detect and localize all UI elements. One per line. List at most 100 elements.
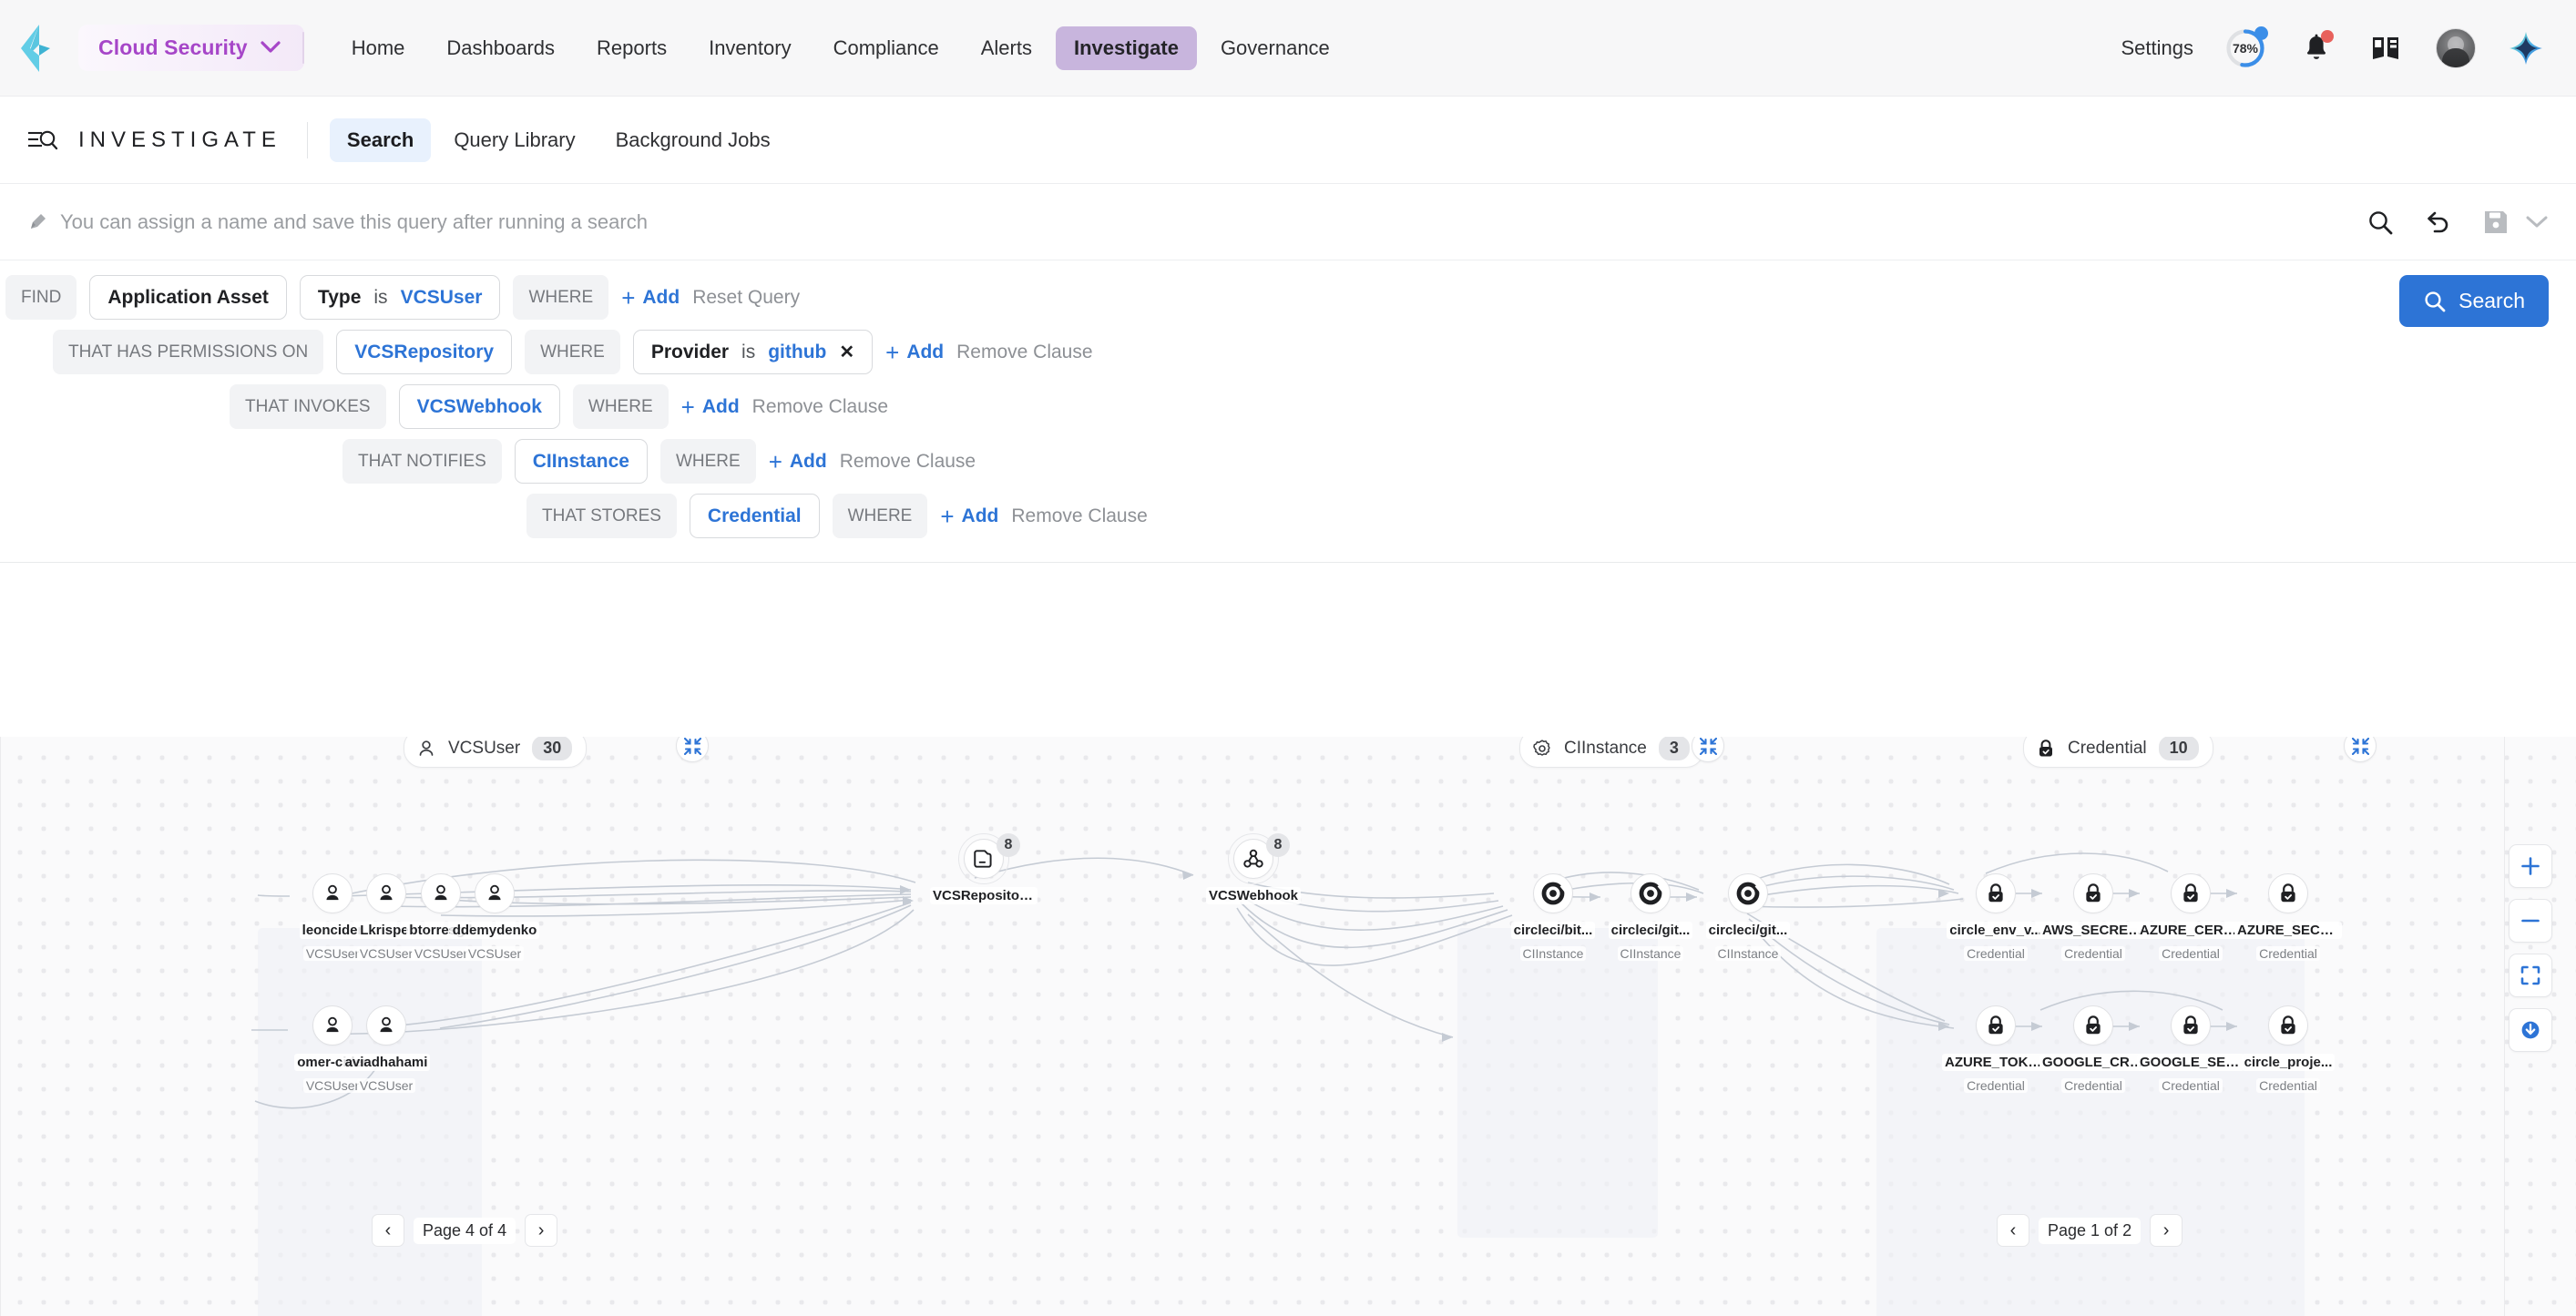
save-query-button[interactable] <box>2483 209 2549 235</box>
graph-node[interactable]: circleci/git... CIInstance <box>1596 873 1705 963</box>
graph-node[interactable]: circle_env_v... Credential <box>1941 873 2050 963</box>
query-builder: FIND Application Asset Type is VCSUser W… <box>0 260 2576 563</box>
fit-view-button[interactable] <box>2509 954 2552 997</box>
add-condition-1[interactable]: + Add <box>621 286 680 310</box>
nav-item-investigate[interactable]: Investigate <box>1056 26 1197 70</box>
add-condition-4[interactable]: + Add <box>769 450 827 474</box>
pager-next-button[interactable]: › <box>525 1214 557 1247</box>
nav-item-alerts[interactable]: Alerts <box>963 26 1050 70</box>
node-avatar <box>2268 873 2308 913</box>
query-row-2: THAT HAS PERMISSIONS ON VCSRepository WH… <box>0 330 2549 374</box>
ai-assistant-button[interactable] <box>2507 29 2545 67</box>
remove-clause-2[interactable]: Remove Clause <box>956 342 1092 363</box>
search-icon-button[interactable] <box>2366 209 2394 236</box>
add-label: Add <box>790 451 827 473</box>
query-entity-vcsrepository[interactable]: VCSRepository <box>336 330 512 374</box>
cluster-header-vcsuser[interactable]: VCSUser 30 <box>404 737 587 768</box>
node-avatar <box>2073 1005 2113 1046</box>
graph-canvas[interactable]: VCSUser 30 CIInstance 3 Cre <box>0 737 2576 1316</box>
nav-item-inventory[interactable]: Inventory <box>690 26 810 70</box>
query-where-4[interactable]: WHERE <box>660 439 756 484</box>
remove-condition-icon[interactable]: ✕ <box>839 343 854 362</box>
nav-item-governance[interactable]: Governance <box>1202 26 1348 70</box>
query-where-3[interactable]: WHERE <box>573 384 669 429</box>
app-logo-icon <box>21 25 57 72</box>
settings-link[interactable]: Settings <box>2121 36 2194 60</box>
graph-node[interactable]: 8 VCSRepositor... <box>929 839 1038 909</box>
tab-search[interactable]: Search <box>330 118 431 162</box>
graph-node[interactable]: circleci/git... CIInstance <box>1693 873 1803 963</box>
remove-clause-3[interactable]: Remove Clause <box>752 396 888 418</box>
add-condition-3[interactable]: + Add <box>681 395 740 419</box>
pager-vcsuser: ‹ Page 4 of 4 › <box>372 1214 557 1247</box>
add-condition-2[interactable]: + Add <box>885 341 944 364</box>
graph-node[interactable]: AWS_SECRET_A.. Credential <box>2039 873 2148 963</box>
investigate-menu-button[interactable] <box>27 128 67 153</box>
query-condition-type[interactable]: Type is VCSUser <box>300 275 501 320</box>
node-type: CIInstance <box>1618 946 1684 961</box>
query-entity-application-asset[interactable]: Application Asset <box>89 275 287 320</box>
graph-node[interactable]: GOOGLE_SECRE... Credential <box>2136 1005 2245 1095</box>
graph-node[interactable]: aviadhahami VCSUser <box>332 1005 441 1095</box>
app-logo[interactable] <box>0 25 78 72</box>
pager-prev-button[interactable]: ‹ <box>1997 1214 2029 1247</box>
graph-node[interactable]: circle_proje... Credential <box>2234 1005 2343 1095</box>
graph-node[interactable]: 8 VCSWebhook <box>1199 839 1308 909</box>
node-avatar <box>1533 873 1573 913</box>
notifications-button[interactable] <box>2297 29 2336 67</box>
graph-node[interactable]: AZURE_CEREDE.. Credential <box>2136 873 2245 963</box>
chevron-down-icon <box>2525 214 2549 230</box>
avatar[interactable] <box>2436 28 2476 68</box>
graph-node[interactable]: circleci/bit... CIInstance <box>1498 873 1608 963</box>
add-label: Add <box>642 287 680 309</box>
undo-button[interactable] <box>2425 209 2452 236</box>
lock-icon <box>2180 1015 2202 1036</box>
query-entity-credential[interactable]: Credential <box>690 494 820 538</box>
pager-next-button[interactable]: › <box>2150 1214 2182 1247</box>
nav-item-compliance[interactable]: Compliance <box>815 26 957 70</box>
nav-item-reports[interactable]: Reports <box>578 26 685 70</box>
collapse-icon <box>2352 738 2369 755</box>
onboarding-progress-ring[interactable]: 78% <box>2224 27 2266 69</box>
add-condition-5[interactable]: + Add <box>940 505 998 528</box>
cluster-header-ciinstance[interactable]: CIInstance 3 <box>1519 737 1704 768</box>
tab-query-library[interactable]: Query Library <box>436 118 592 162</box>
query-condition-provider[interactable]: Provider is github ✕ <box>633 330 873 374</box>
product-switcher[interactable]: Cloud Security <box>78 25 304 71</box>
query-name-field[interactable]: You can assign a name and save this quer… <box>27 210 648 234</box>
nav-item-home[interactable]: Home <box>333 26 424 70</box>
query-entity-vcswebhook[interactable]: VCSWebhook <box>399 384 560 429</box>
docs-button[interactable] <box>2366 29 2405 67</box>
graph-node[interactable]: AZURE_SECRET... Credential <box>2234 873 2343 963</box>
cluster-header-credential[interactable]: Credential 10 <box>2023 737 2213 768</box>
divider <box>307 122 308 158</box>
nav-item-dashboards[interactable]: Dashboards <box>428 26 573 70</box>
circleci-icon <box>1735 881 1761 906</box>
collapse-cluster-credential-button[interactable] <box>2344 737 2377 762</box>
query-where-2[interactable]: WHERE <box>525 330 620 374</box>
query-where-5[interactable]: WHERE <box>833 494 928 538</box>
node-type: Credential <box>1964 1078 2028 1093</box>
graph-node[interactable]: GOOGLE_CREDE. Credential <box>2039 1005 2148 1095</box>
query-row-4: THAT NOTIFIES CIInstance WHERE + Add Rem… <box>0 439 2549 484</box>
plus-icon: + <box>681 395 695 419</box>
zoom-out-button[interactable] <box>2509 899 2552 943</box>
query-entity-ciinstance[interactable]: CIInstance <box>515 439 648 484</box>
tab-background-jobs[interactable]: Background Jobs <box>598 118 788 162</box>
collapse-icon <box>684 738 701 755</box>
zoom-in-button[interactable] <box>2509 844 2552 888</box>
search-button[interactable]: Search <box>2399 275 2549 327</box>
remove-clause-4[interactable]: Remove Clause <box>840 451 976 473</box>
graph-node[interactable]: ddemydenko VCSUser <box>440 873 549 963</box>
node-label: circleci/git... <box>1706 922 1791 939</box>
graph-node[interactable]: AZURE_TOKEN_. Credential <box>1941 1005 2050 1095</box>
query-where-1[interactable]: WHERE <box>513 275 608 320</box>
collapse-cluster-vcsuser-button[interactable] <box>676 737 709 762</box>
condition-value: github <box>768 342 826 362</box>
reset-query-button[interactable]: Reset Query <box>692 287 800 309</box>
query-row-3: THAT INVOKES VCSWebhook WHERE + Add Remo… <box>0 384 2549 429</box>
node-label: AZURE_CEREDE.. <box>2137 922 2244 939</box>
reset-layout-button[interactable] <box>2509 1008 2552 1052</box>
remove-clause-5[interactable]: Remove Clause <box>1011 505 1147 527</box>
pager-prev-button[interactable]: ‹ <box>372 1214 404 1247</box>
